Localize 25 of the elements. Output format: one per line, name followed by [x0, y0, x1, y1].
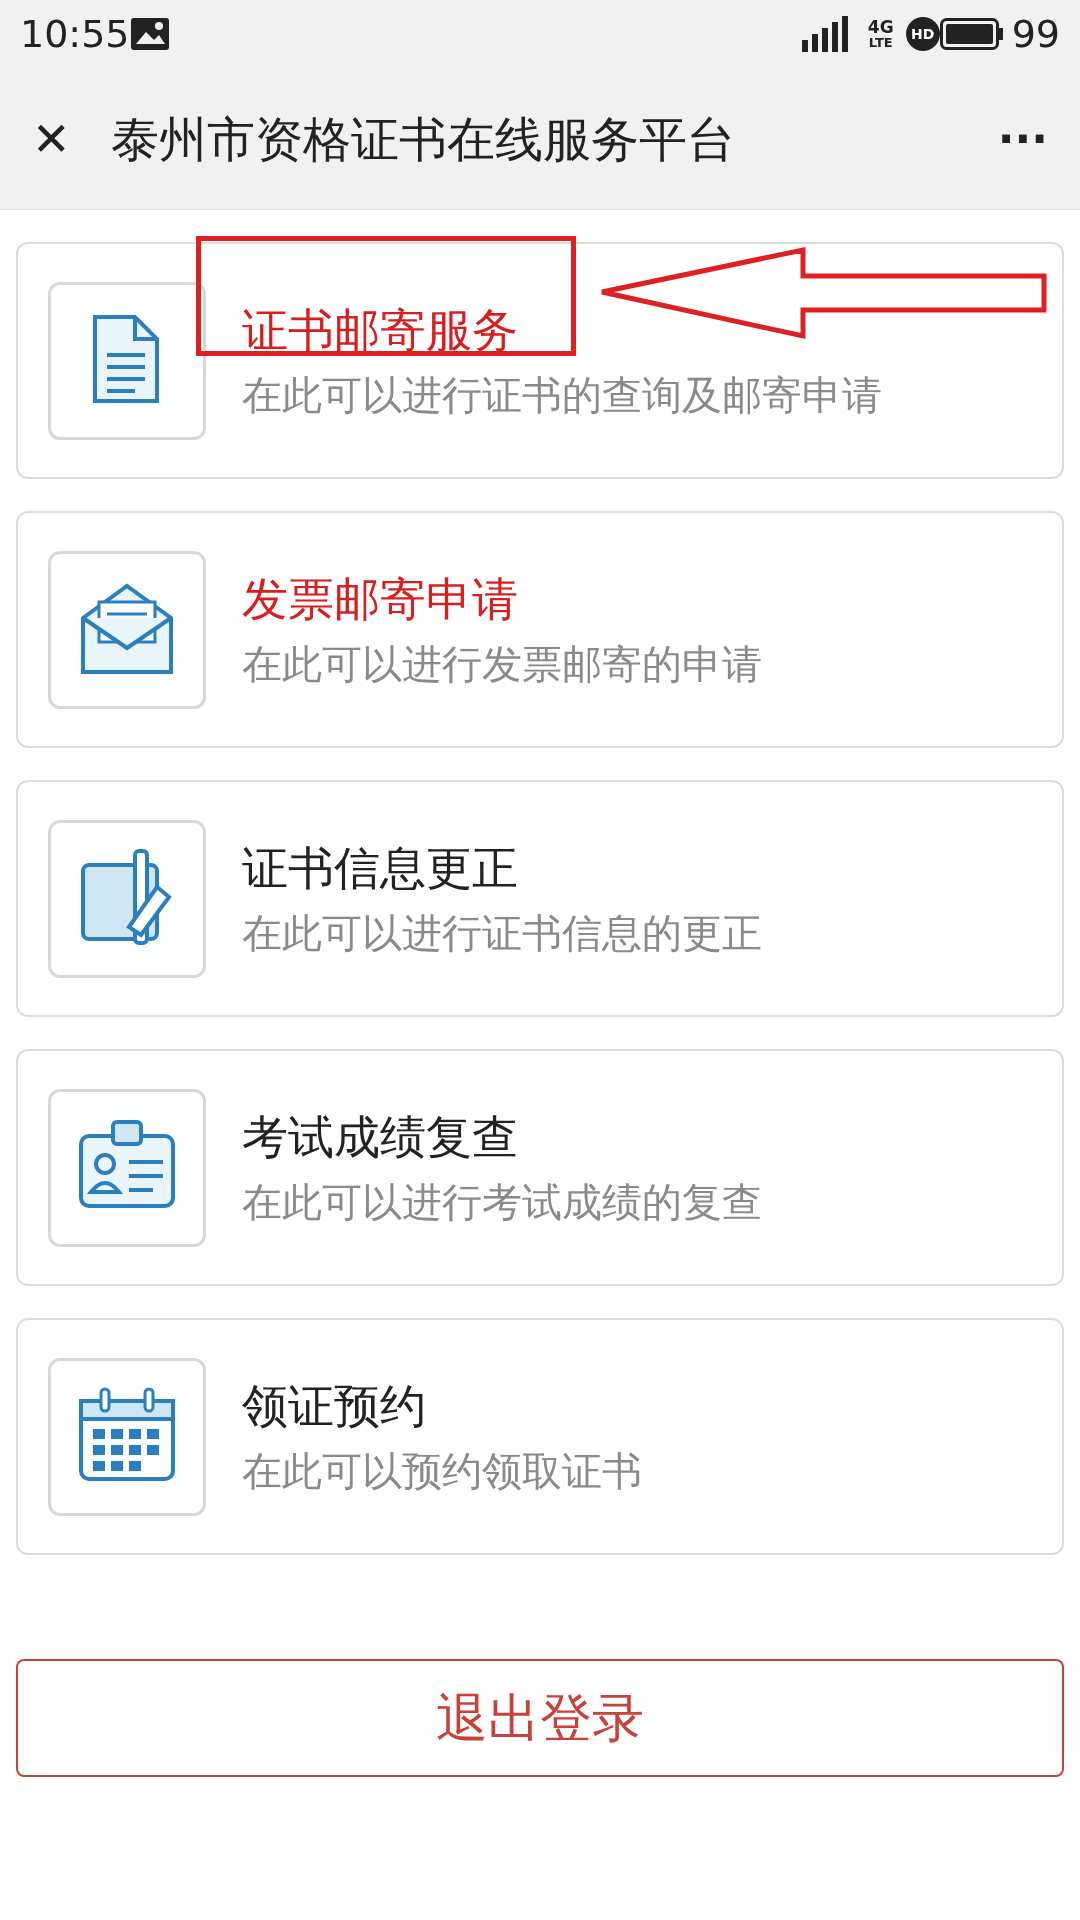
service-title: 发票邮寄申请 [242, 575, 519, 622]
service-description: 在此可以进行考试成绩的复查 [242, 1181, 762, 1222]
logout-button[interactable]: 退出登录 [16, 1659, 1064, 1777]
network-subtype: LTE [868, 36, 893, 49]
service-description: 在此可以进行证书信息的更正 [242, 912, 762, 953]
service-title: 证书信息更正 [242, 844, 519, 891]
service-description: 在此可以预约领取证书 [242, 1450, 642, 1491]
service-card[interactable]: 发票邮寄申请 在此可以进行发票邮寄的申请 [16, 511, 1064, 748]
hd-badge: HD [905, 17, 940, 51]
status-time: 10:55 [20, 10, 130, 58]
service-title: 考试成绩复查 [242, 1113, 519, 1160]
page-title: 泰州市资格证书在线服务平台 [110, 109, 735, 169]
service-description: 在此可以进行证书的查询及邮寄申请 [242, 374, 882, 415]
service-card[interactable]: 证书信息更正 在此可以进行证书信息的更正 [16, 780, 1064, 1017]
image-icon [129, 17, 170, 51]
network-type: 4G [867, 19, 894, 36]
close-button[interactable]: ✕ [32, 115, 71, 162]
service-description: 在此可以进行发票邮寄的申请 [242, 643, 762, 684]
battery-level: 99 [1011, 10, 1060, 58]
battery-icon [939, 18, 1004, 50]
service-card[interactable]: 领证预约 在此可以预约领取证书 [16, 1318, 1064, 1555]
service-title: 领证预约 [242, 1382, 427, 1429]
service-title: 证书邮寄服务 [242, 306, 519, 353]
more-button[interactable]: ··· [997, 116, 1048, 161]
service-card[interactable]: 考试成绩复查 在此可以进行考试成绩的复查 [16, 1049, 1064, 1286]
